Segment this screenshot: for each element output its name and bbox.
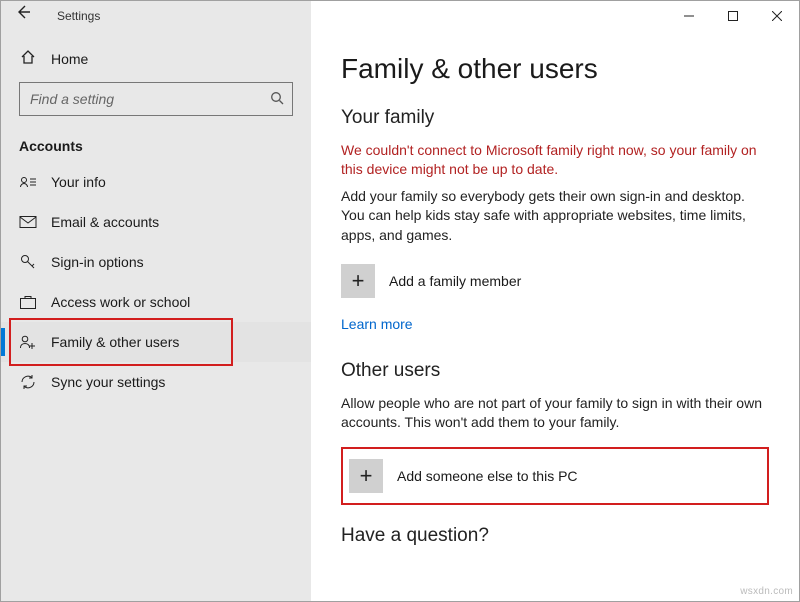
main-content: Family & other users Your family We coul… — [311, 31, 799, 601]
key-icon — [19, 253, 37, 271]
home-label: Home — [51, 51, 88, 67]
add-someone-else-button[interactable]: + Add someone else to this PC — [341, 447, 769, 505]
window-title: Settings — [45, 9, 100, 23]
sidebar-item-your-info[interactable]: Your info — [1, 162, 311, 202]
maximize-icon — [728, 11, 738, 21]
person-card-icon — [19, 173, 37, 191]
back-button[interactable] — [1, 1, 45, 31]
sidebar-item-label: Your info — [51, 174, 106, 190]
add-someone-else-label: Add someone else to this PC — [397, 468, 578, 484]
minimize-icon — [684, 11, 694, 21]
home-button[interactable]: Home — [1, 41, 311, 76]
sidebar-item-label: Family & other users — [51, 334, 179, 350]
back-arrow-icon — [15, 4, 31, 20]
search-box[interactable] — [19, 82, 293, 116]
your-family-heading: Your family — [341, 107, 769, 129]
watermark: wsxdn.com — [740, 586, 793, 597]
add-family-member-label: Add a family member — [389, 273, 521, 289]
settings-window: Settings Home Accoun — [0, 0, 800, 602]
search-input[interactable] — [28, 90, 270, 108]
minimize-button[interactable] — [667, 1, 711, 31]
add-family-member-button[interactable]: + Add a family member — [341, 260, 769, 302]
plus-icon: + — [341, 264, 375, 298]
maximize-button[interactable] — [711, 1, 755, 31]
learn-more-link[interactable]: Learn more — [341, 316, 413, 332]
home-icon — [19, 49, 37, 68]
search-icon — [270, 91, 284, 108]
sidebar-item-label: Access work or school — [51, 294, 190, 310]
sidebar-item-access-work-school[interactable]: Access work or school — [1, 282, 311, 322]
plus-icon: + — [349, 459, 383, 493]
sidebar-item-label: Sign-in options — [51, 254, 144, 270]
sidebar: Home Accounts Your info Email & acco — [1, 31, 311, 601]
people-plus-icon — [19, 333, 37, 351]
other-users-description: Allow people who are not part of your fa… — [341, 394, 769, 433]
section-header-accounts: Accounts — [1, 130, 311, 162]
titlebar: Settings — [1, 1, 799, 31]
close-button[interactable] — [755, 1, 799, 31]
other-users-heading: Other users — [341, 360, 769, 382]
sidebar-item-signin-options[interactable]: Sign-in options — [1, 242, 311, 282]
envelope-icon — [19, 213, 37, 231]
sidebar-item-label: Email & accounts — [51, 214, 159, 230]
sidebar-item-email-accounts[interactable]: Email & accounts — [1, 202, 311, 242]
sidebar-item-sync-settings[interactable]: Sync your settings — [1, 362, 311, 402]
sync-icon — [19, 373, 37, 391]
page-title: Family & other users — [341, 53, 769, 85]
close-icon — [772, 11, 782, 21]
family-error-text: We couldn't connect to Microsoft family … — [341, 141, 769, 179]
family-description: Add your family so everybody gets their … — [341, 187, 769, 246]
briefcase-icon — [19, 293, 37, 311]
sidebar-item-family-other-users[interactable]: Family & other users — [1, 322, 311, 362]
have-a-question-heading: Have a question? — [341, 525, 769, 547]
sidebar-item-label: Sync your settings — [51, 374, 165, 390]
